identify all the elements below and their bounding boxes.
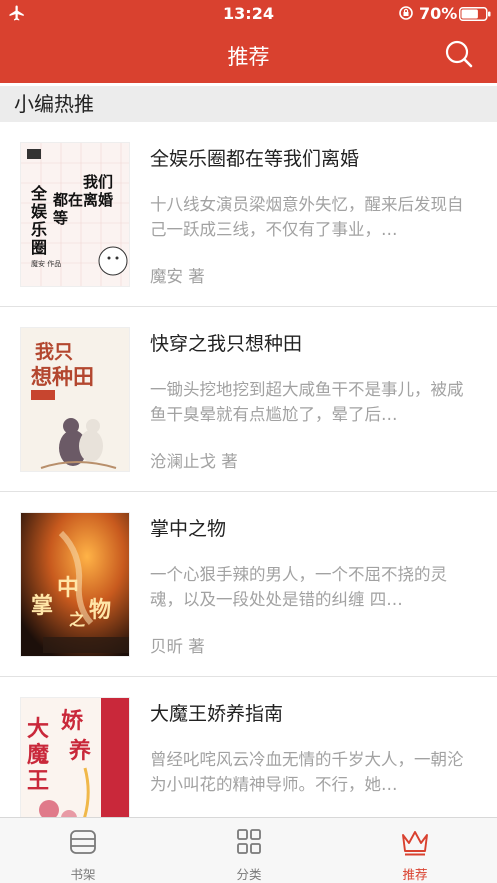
tab-category[interactable]: 分类 [166, 818, 332, 883]
book-title[interactable]: 快穿之我只想种田 [150, 329, 302, 356]
status-bar: 13:24 70% [0, 0, 497, 27]
book-item[interactable]: 掌 中 之 物 掌中之物 一个心狠手辣的男人，一个不屈不挠的灵魂，以及一段处处是… [0, 492, 497, 677]
svg-text:之: 之 [69, 610, 85, 629]
book-item[interactable]: 大 魔 王 娇 养 大魔王娇养指南 曾经叱咤风云冷血无情的千岁大人，一朝沦为小叫… [0, 677, 497, 817]
bookshelf-icon [70, 830, 96, 854]
page-title: 推荐 [227, 45, 270, 69]
svg-text:离婚: 离婚 [83, 191, 113, 209]
book-item[interactable]: 全 娱 乐 圈 都在 等 我们 离婚 魔安 作品 全娱乐圈都在等我们离婚 十八线… [0, 122, 497, 307]
svg-text:养: 养 [68, 738, 91, 764]
section-header: 小编热推 [0, 86, 497, 122]
svg-text:物: 物 [89, 597, 111, 623]
book-author: 沧澜止戈 著 [150, 452, 238, 471]
book-cover[interactable]: 大 魔 王 娇 养 [20, 697, 130, 817]
svg-text:魔安 作品: 魔安 作品 [31, 259, 61, 268]
tab-label: 书架 [70, 867, 96, 882]
svg-text:全: 全 [30, 184, 48, 203]
svg-text:想种田: 想种田 [31, 364, 94, 389]
crown-icon [402, 831, 428, 856]
svg-text:娇: 娇 [61, 708, 84, 734]
battery-percent: 70% [419, 4, 458, 23]
book-title[interactable]: 全娱乐圈都在等我们离婚 [150, 144, 359, 171]
search-icon[interactable] [444, 39, 474, 69]
tab-label: 分类 [236, 867, 262, 882]
category-grid-icon [237, 829, 261, 854]
nav-bar: 推荐 [0, 27, 497, 83]
book-description: 曾经叱咤风云冷血无情的千岁大人，一朝沦为小叫花的精神导师。不行，她… [150, 750, 464, 794]
book-author: 魔安 著 [150, 267, 205, 286]
svg-text:我只: 我只 [35, 341, 73, 363]
book-cover[interactable]: 我只 想种田 [20, 327, 130, 472]
book-item[interactable]: 我只 想种田 快穿之我只想种田 一锄头挖地挖到超大咸鱼干不是事儿，被咸鱼干臭晕就… [0, 307, 497, 492]
tab-bookshelf[interactable]: 书架 [0, 818, 166, 883]
svg-text:等: 等 [53, 209, 68, 227]
tab-bar: 书架 分类 推荐 [0, 817, 497, 883]
svg-text:都在: 都在 [52, 191, 83, 209]
tab-label: 推荐 [402, 867, 428, 882]
svg-text:中: 中 [57, 575, 79, 601]
book-cover[interactable]: 掌 中 之 物 [20, 512, 130, 657]
book-cover[interactable]: 全 娱 乐 圈 都在 等 我们 离婚 魔安 作品 [20, 142, 130, 287]
battery-icon [459, 7, 491, 21]
book-title[interactable]: 掌中之物 [150, 514, 226, 541]
tab-recommend[interactable]: 推荐 [332, 818, 497, 883]
svg-text:王: 王 [27, 768, 49, 794]
svg-text:娱: 娱 [31, 202, 48, 221]
svg-text:我们: 我们 [83, 173, 113, 191]
book-title[interactable]: 大魔王娇养指南 [150, 699, 283, 726]
svg-text:魔: 魔 [27, 742, 49, 768]
book-description: 十八线女演员梁烟意外失忆，醒来后发现自己一跃成三线，不仅有了事业，… [150, 195, 464, 239]
svg-text:乐: 乐 [31, 220, 47, 239]
svg-text:掌: 掌 [31, 593, 53, 619]
book-description: 一个心狠手辣的男人，一个不屈不挠的灵魂，以及一段处处是错的纠缠 四… [150, 565, 447, 609]
book-description: 一锄头挖地挖到超大咸鱼干不是事儿，被咸鱼干臭晕就有点尴尬了，晕了后… [150, 380, 464, 424]
rotation-lock-icon [399, 6, 413, 20]
svg-text:大: 大 [27, 716, 49, 742]
svg-text:圈: 圈 [31, 238, 47, 257]
book-author: 贝昕 著 [150, 637, 205, 656]
book-list[interactable]: 全 娱 乐 圈 都在 等 我们 离婚 魔安 作品 全娱乐圈都在等我们离婚 十八线… [0, 122, 497, 817]
